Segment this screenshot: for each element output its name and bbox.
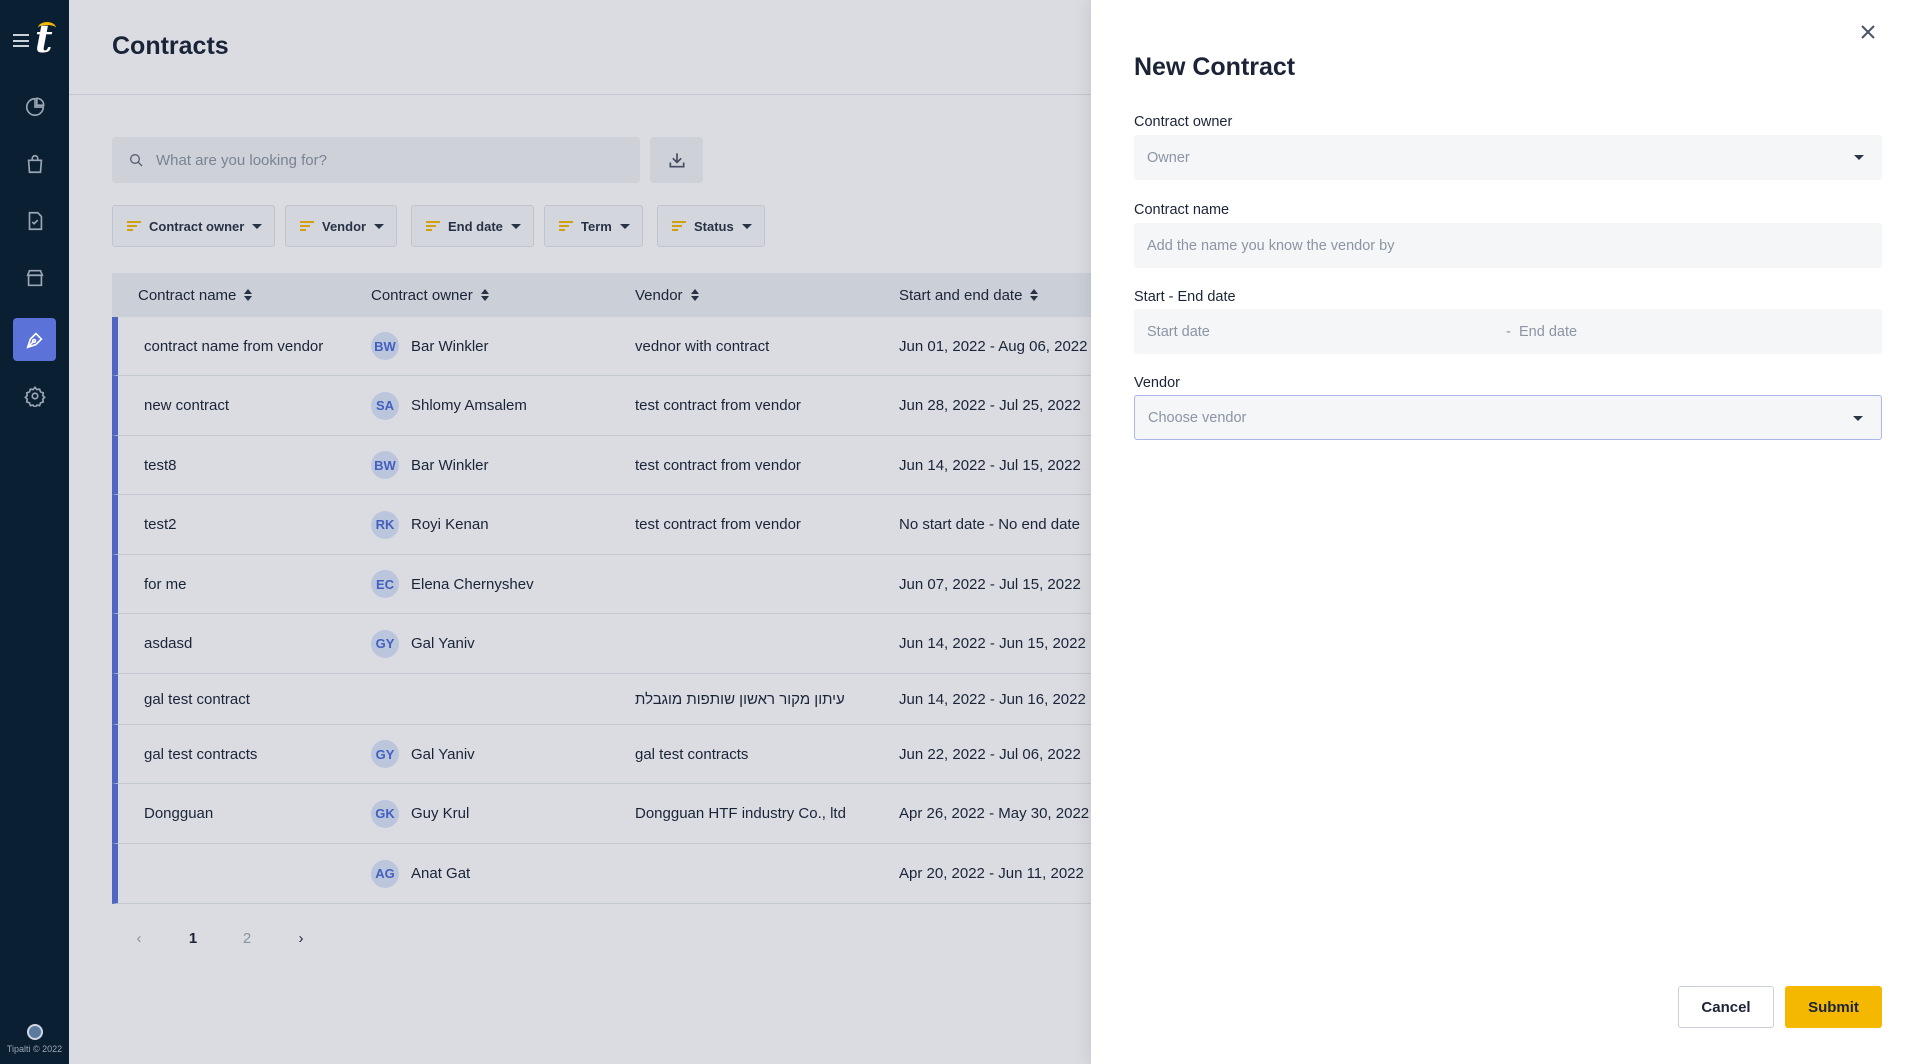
- modal-overlay[interactable]: [69, 0, 1091, 1064]
- contract-owner-select[interactable]: Owner: [1134, 135, 1882, 180]
- contract-owner-placeholder: Owner: [1147, 149, 1190, 166]
- date-separator: -: [1506, 323, 1511, 340]
- start-date-input[interactable]: Start date: [1147, 324, 1210, 340]
- gear-icon[interactable]: [13, 374, 56, 417]
- globe-icon[interactable]: [26, 1024, 43, 1040]
- new-contract-drawer: New Contract Contract owner Owner Contra…: [1091, 0, 1921, 1064]
- pie-chart-icon[interactable]: [13, 85, 56, 128]
- close-icon[interactable]: [1856, 20, 1880, 44]
- cancel-button[interactable]: Cancel: [1678, 986, 1774, 1028]
- end-date-input[interactable]: End date: [1519, 324, 1577, 340]
- chevron-down-icon: [1854, 155, 1864, 160]
- vendor-label: Vendor: [1134, 375, 1180, 391]
- submit-button[interactable]: Submit: [1785, 986, 1882, 1028]
- store-icon[interactable]: [13, 256, 56, 299]
- document-check-icon[interactable]: [13, 199, 56, 242]
- vendor-placeholder: Choose vendor: [1148, 409, 1247, 426]
- logo: t: [35, 16, 53, 61]
- contract-owner-label: Contract owner: [1134, 114, 1233, 130]
- pen-icon[interactable]: [13, 318, 56, 361]
- dates-label: Start - End date: [1134, 289, 1236, 305]
- sidebar: t Tipalti © 2022: [0, 0, 69, 1064]
- copyright-text: Tipalti © 2022: [6, 1044, 63, 1054]
- chevron-down-icon: [1853, 416, 1863, 421]
- vendor-select[interactable]: Choose vendor: [1134, 395, 1882, 440]
- hamburger-menu-icon[interactable]: [13, 34, 29, 47]
- contract-name-label: Contract name: [1134, 202, 1230, 218]
- shopping-bag-icon[interactable]: [13, 142, 56, 185]
- sidebar-footer: Tipalti © 2022: [0, 1024, 69, 1054]
- drawer-title: New Contract: [1134, 53, 1296, 81]
- contract-name-field[interactable]: Add the name you know the vendor by: [1134, 223, 1882, 268]
- contract-name-placeholder: Add the name you know the vendor by: [1147, 237, 1395, 254]
- date-range-field[interactable]: Start date - End date: [1134, 309, 1882, 354]
